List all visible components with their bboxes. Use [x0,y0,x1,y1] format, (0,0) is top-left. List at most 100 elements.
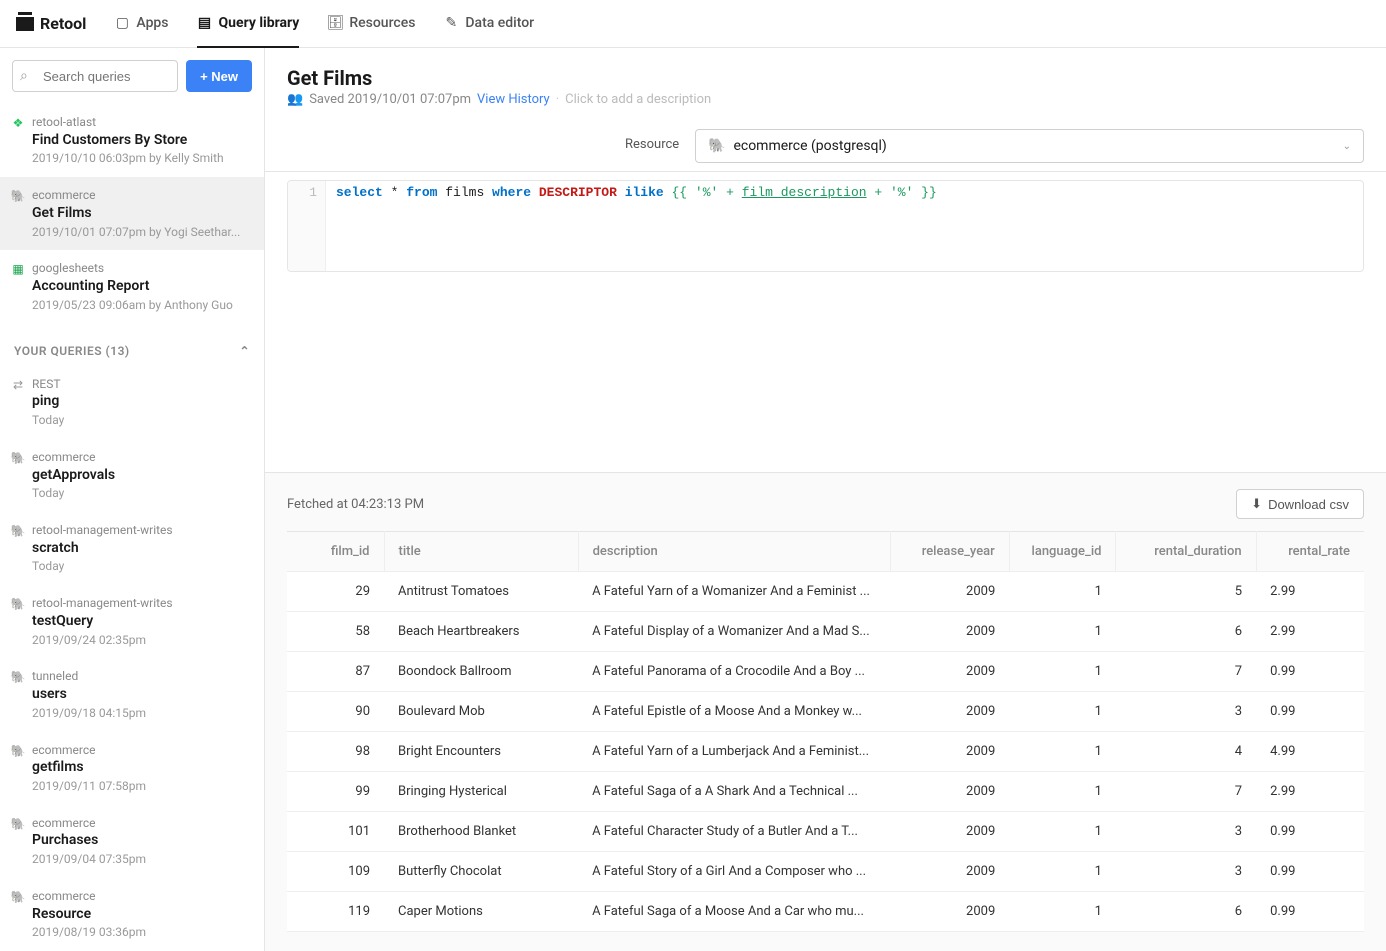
query-meta: Today [32,485,250,502]
query-item[interactable]: 🐘 ecommerce getfilms 2019/09/11 07:58pm [0,732,264,805]
cell-description: A Fateful Yarn of a Womanizer And a Femi… [578,572,891,612]
cell-description: A Fateful Panorama of a Crocodile And a … [578,652,891,692]
query-title: scratch [32,539,250,559]
col-film_id[interactable]: film_id [287,532,384,572]
cell-rental-rate: 2.99 [1256,772,1364,812]
search-input[interactable] [12,60,178,92]
query-resource: tunneled [32,668,250,685]
cell-film-id: 101 [287,812,384,852]
query-meta: 2019/09/18 04:15pm [32,705,250,722]
line-gutter: 1 [288,181,326,271]
cell-film-id: 58 [287,612,384,652]
cell-rental-rate: 0.99 [1256,892,1364,932]
table-row[interactable]: 29 Antitrust Tomatoes A Fateful Yarn of … [287,572,1364,612]
cell-film-id: 119 [287,892,384,932]
cell-title: Bright Encounters [384,732,578,772]
col-release_year[interactable]: release_year [891,532,1010,572]
query-title: getApprovals [32,466,250,486]
col-language_id[interactable]: language_id [1009,532,1116,572]
sql-editor[interactable]: 1 select * from films where DESCRIPTOR i… [287,180,1364,272]
cell-rental-duration: 7 [1116,772,1256,812]
sql-code[interactable]: select * from films where DESCRIPTOR ili… [326,181,947,271]
postgres-icon: 🐘 [708,138,725,154]
cell-language-id: 1 [1009,852,1116,892]
cell-description: A Fateful Epistle of a Moose And a Monke… [578,692,891,732]
col-rental_rate[interactable]: rental_rate [1256,532,1364,572]
query-item[interactable]: 🐘 tunneled users 2019/09/18 04:15pm [0,658,264,731]
query-subheader: 👥 Saved 2019/10/01 07:07pm View History … [287,92,1364,107]
table-row[interactable]: 87 Boondock Ballroom A Fateful Panorama … [287,652,1364,692]
table-row[interactable]: 109 Butterfly Chocolat A Fateful Story o… [287,852,1364,892]
cell-rental-duration: 4 [1116,732,1256,772]
nav-apps[interactable]: ▢ Apps [114,0,168,48]
description-placeholder[interactable]: Click to add a description [565,92,711,107]
query-item[interactable]: ▦ googlesheets Accounting Report 2019/05… [0,250,264,323]
cell-release-year: 2009 [891,852,1010,892]
cell-release-year: 2009 [891,892,1010,932]
query-resource: retool-atlast [32,114,250,131]
query-resource: retool-management-writes [32,595,250,612]
db-icon: 🐘 [10,743,26,759]
col-rental_duration[interactable]: rental_duration [1116,532,1256,572]
cell-release-year: 2009 [891,612,1010,652]
query-item[interactable]: 🐘 ecommerce Resource 2019/08/19 03:36pm [0,878,264,951]
query-meta: 2019/10/10 06:03pm by Kelly Smith [32,150,250,167]
table-row[interactable]: 119 Caper Motions A Fateful Saga of a Mo… [287,892,1364,932]
query-title: Purchases [32,831,250,851]
download-csv-button[interactable]: ⬇ Download csv [1236,489,1364,519]
query-item[interactable]: 🐘 ecommerce Purchases 2019/09/04 07:35pm [0,805,264,878]
cell-description: A Fateful Story of a Girl And a Composer… [578,852,891,892]
cell-language-id: 1 [1009,692,1116,732]
cell-rental-rate: 0.99 [1256,692,1364,732]
cell-film-id: 29 [287,572,384,612]
nav-resources[interactable]: 🗄 Resources [327,0,415,48]
cell-rental-rate: 0.99 [1256,852,1364,892]
new-query-button[interactable]: + New [186,60,252,92]
separator: · [556,92,559,107]
query-meta: 2019/09/24 02:35pm [32,632,250,649]
your-queries-header[interactable]: YOUR QUERIES (13) ⌃ [0,324,264,366]
cell-description: A Fateful Display of a Womanizer And a M… [578,612,891,652]
query-title: Resource [32,905,250,925]
db-icon: 🐘 [10,188,26,204]
leaf-icon: ❖ [10,115,26,131]
nav-data-editor[interactable]: ✎ Data editor [443,0,534,48]
query-title: Get Films [287,66,1364,90]
your-queries-label: YOUR QUERIES (13) [14,344,130,358]
view-history-link[interactable]: View History [477,92,550,107]
table-row[interactable]: 90 Boulevard Mob A Fateful Epistle of a … [287,692,1364,732]
db-icon: 🐘 [10,669,26,685]
query-item[interactable]: 🐘 retool-management-writes scratch Today [0,512,264,585]
col-title[interactable]: title [384,532,578,572]
query-item[interactable]: ❖ retool-atlast Find Customers By Store … [0,104,264,177]
results-table: film_idtitledescriptionrelease_yearlangu… [287,531,1364,932]
query-title: Accounting Report [32,277,250,297]
results-table-wrap[interactable]: film_idtitledescriptionrelease_yearlangu… [265,531,1386,951]
query-resource: googlesheets [32,260,250,277]
query-item[interactable]: 🐘 ecommerce Get Films 2019/10/01 07:07pm… [0,177,264,250]
query-item[interactable]: ⇄ REST ping Today [0,366,264,439]
rest-icon: ⇄ [10,377,26,393]
resource-select[interactable]: 🐘 ecommerce (postgresql) ⌄ [695,129,1364,163]
db-icon: 🐘 [10,889,26,905]
cell-rental-rate: 0.99 [1256,812,1364,852]
logo[interactable]: Retool [16,14,86,33]
top-nav: Retool ▢ Apps ▤ Query library 🗄 Resource… [0,0,1386,48]
col-description[interactable]: description [578,532,891,572]
table-row[interactable]: 101 Brotherhood Blanket A Fateful Charac… [287,812,1364,852]
cell-description: A Fateful Character Study of a Butler An… [578,812,891,852]
logo-icon [16,17,34,31]
query-item[interactable]: 🐘 ecommerce getApprovals Today [0,439,264,512]
download-csv-label: Download csv [1268,497,1349,512]
cell-rental-duration: 6 [1116,612,1256,652]
table-row[interactable]: 99 Bringing Hysterical A Fateful Saga of… [287,772,1364,812]
users-icon: 👥 [287,92,303,107]
table-row[interactable]: 98 Bright Encounters A Fateful Yarn of a… [287,732,1364,772]
cell-film-id: 99 [287,772,384,812]
sheet-icon: ▦ [10,261,26,277]
query-item[interactable]: 🐘 retool-management-writes testQuery 201… [0,585,264,658]
fetched-label: Fetched at 04:23:13 PM [287,497,424,512]
query-resource: REST [32,376,250,393]
nav-query-library[interactable]: ▤ Query library [197,0,300,48]
table-row[interactable]: 58 Beach Heartbreakers A Fateful Display… [287,612,1364,652]
